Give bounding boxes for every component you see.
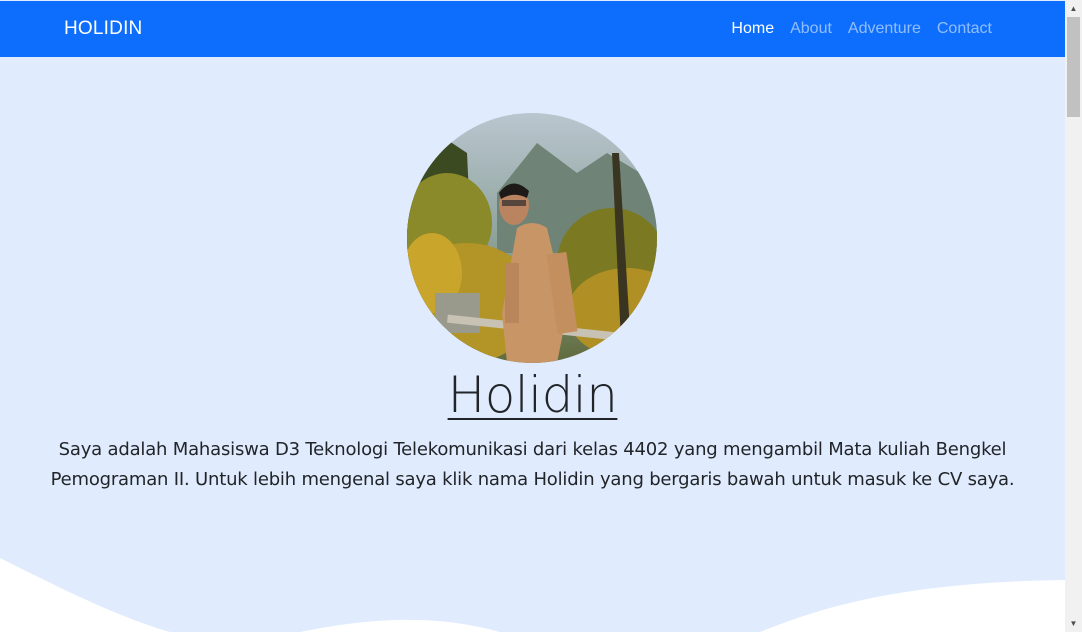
triangle-up-icon[interactable]: ▲ [1065,0,1082,17]
wave-divider [0,558,1065,632]
nav-link-about[interactable]: About [790,20,832,38]
triangle-down-icon[interactable]: ▼ [1065,615,1082,632]
hero-description: Saya adalah Mahasiswa D3 Teknologi Telek… [50,439,1015,490]
viewport: HOLIDIN Home About Adventure Contact Hol… [0,0,1065,632]
profile-photo-image [407,113,657,363]
nav-link-adventure[interactable]: Adventure [848,20,921,38]
vertical-scrollbar[interactable]: ▲ ▼ [1065,0,1082,632]
nav-link-contact[interactable]: Contact [937,20,992,38]
page: HOLIDIN Home About Adventure Contact Hol… [0,0,1082,632]
profile-photo [407,113,657,363]
hero-name: Holidin [0,366,1065,424]
navbar-brand[interactable]: HOLIDIN [64,18,142,40]
nav-link-home[interactable]: Home [731,20,774,38]
navbar: HOLIDIN Home About Adventure Contact [0,1,1065,57]
hero-name-link[interactable]: Holidin [448,366,618,424]
scrollbar-thumb[interactable] [1067,17,1080,117]
nav-links: Home About Adventure Contact [731,20,992,38]
